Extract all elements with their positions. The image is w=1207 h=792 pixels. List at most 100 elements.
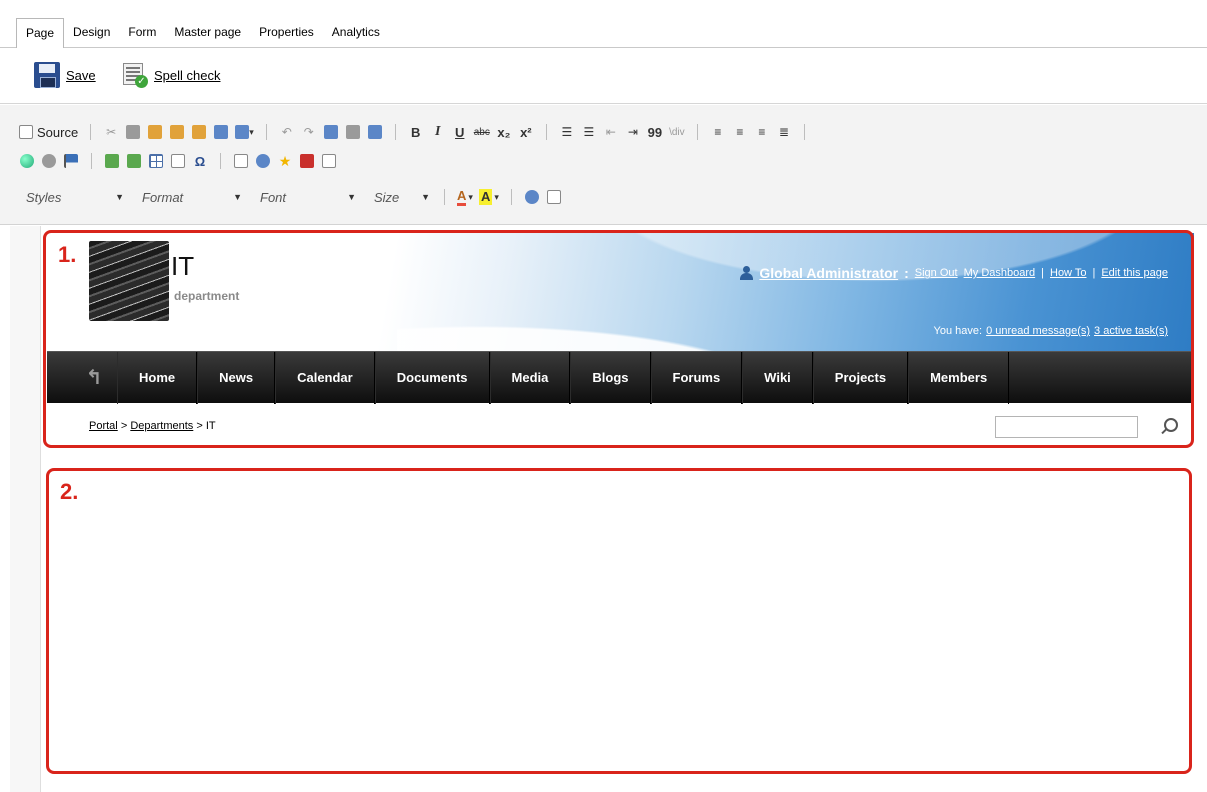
format-dropdown[interactable]: Format ▼ <box>138 186 246 208</box>
link-button[interactable] <box>16 150 38 172</box>
insert-quicktime-button[interactable] <box>318 150 340 172</box>
action-bar: Save ✓ Spell check <box>0 48 1207 104</box>
undo-button[interactable]: ↶ <box>276 121 298 143</box>
tab-page[interactable]: Page <box>16 18 65 49</box>
unlink-button[interactable] <box>38 150 60 172</box>
tab-master-page[interactable]: Master page <box>165 18 250 48</box>
font-label: Font <box>260 189 287 205</box>
spell-check-label: Spell check <box>154 67 221 83</box>
undo-icon: ↶ <box>281 125 292 139</box>
justify-icon: ≣ <box>778 125 789 139</box>
tab-list: Page Design Form Master page Properties … <box>16 14 389 49</box>
youtube-icon <box>300 154 314 168</box>
replace-button[interactable] <box>342 121 364 143</box>
align-right-button[interactable]: ≡ <box>751 121 773 143</box>
align-center-button[interactable]: ≡ <box>729 121 751 143</box>
font-dropdown[interactable]: Font ▼ <box>256 186 360 208</box>
tab-form[interactable]: Form <box>119 18 165 48</box>
save-icon <box>34 62 60 88</box>
chevron-down-icon: ▾ <box>494 191 499 202</box>
chevron-down-icon: ▼ <box>115 192 124 202</box>
align-right-icon: ≡ <box>758 125 766 139</box>
create-div-button[interactable]: \div <box>666 121 688 143</box>
spellcheck-inline-button[interactable] <box>210 121 232 143</box>
redo-icon: ↷ <box>303 125 314 139</box>
region-label-1: 1. <box>58 242 77 267</box>
media-player-icon <box>322 154 336 168</box>
spellcheck-as-you-type-button[interactable]: ▾ <box>232 121 257 143</box>
superscript-button[interactable]: x² <box>515 121 537 143</box>
tab-properties[interactable]: Properties <box>250 18 323 48</box>
spellcheck-icon <box>214 125 229 139</box>
spell-check-button[interactable]: ✓ Spell check <box>122 62 220 88</box>
paste-button[interactable] <box>144 121 166 143</box>
chevron-down-icon: ▼ <box>421 192 430 202</box>
insert-youtube-button[interactable] <box>296 150 318 172</box>
paste-word-button[interactable] <box>188 121 210 143</box>
background-color-icon: A <box>479 189 493 205</box>
special-char-button[interactable]: Ω <box>189 150 211 172</box>
toolbar-separator <box>510 189 512 205</box>
cut-button[interactable]: ✂ <box>100 121 122 143</box>
maximize-button[interactable] <box>521 186 543 208</box>
tab-design[interactable]: Design <box>64 18 119 48</box>
background-color-button[interactable]: A ▾ <box>476 186 502 208</box>
toolbar-separator <box>265 124 267 140</box>
binoculars-icon <box>323 125 338 139</box>
anchor-button[interactable] <box>60 150 82 172</box>
styles-dropdown[interactable]: Styles ▼ <box>22 186 128 208</box>
blockquote-button[interactable]: 99 <box>644 121 666 143</box>
insert-image-button[interactable] <box>101 150 123 172</box>
styles-label: Styles <box>26 189 62 205</box>
find-button[interactable] <box>320 121 342 143</box>
cut-icon: ✂ <box>106 125 117 139</box>
insert-table-button[interactable] <box>145 150 167 172</box>
text-color-icon: A <box>457 188 467 206</box>
source-button[interactable]: Source <box>16 121 81 143</box>
maximize-icon <box>524 190 539 204</box>
insert-poll-button[interactable] <box>252 150 274 172</box>
align-left-icon: ≡ <box>714 125 722 139</box>
size-dropdown[interactable]: Size ▼ <box>370 186 434 208</box>
redo-button[interactable]: ↷ <box>298 121 320 143</box>
toolbar-separator <box>803 124 805 140</box>
copy-button[interactable] <box>122 121 144 143</box>
bold-button[interactable]: B <box>405 121 427 143</box>
toolbar-separator <box>220 153 221 169</box>
numbered-list-button[interactable]: ☰ <box>556 121 578 143</box>
indent-icon: ⇥ <box>627 125 638 139</box>
horizontal-rule-button[interactable] <box>167 150 189 172</box>
format-label: Format <box>142 189 184 205</box>
toolbar-row-2: Ω ★ <box>16 149 340 173</box>
outdent-button[interactable]: ⇤ <box>600 121 622 143</box>
outdent-icon: ⇤ <box>605 125 616 139</box>
justify-button[interactable]: ≣ <box>773 121 795 143</box>
toolbar-separator <box>90 124 92 140</box>
align-left-button[interactable]: ≡ <box>707 121 729 143</box>
indent-button[interactable]: ⇥ <box>622 121 644 143</box>
text-color-button[interactable]: A ▾ <box>454 186 476 208</box>
editor-tabstrip: Page Design Form Master page Properties … <box>0 0 1207 49</box>
chevron-down-icon: ▾ <box>468 191 473 202</box>
insert-rating-button[interactable]: ★ <box>274 150 296 172</box>
spell-check-icon: ✓ <box>122 62 148 88</box>
insert-media-button[interactable] <box>123 150 145 172</box>
save-button[interactable]: Save <box>34 62 96 88</box>
star-icon: ★ <box>278 152 292 169</box>
strikethrough-button[interactable]: abc <box>471 121 493 143</box>
horizontal-rule-icon <box>171 154 185 168</box>
remove-format-button[interactable] <box>364 121 386 143</box>
italic-button[interactable]: I <box>427 121 449 143</box>
table-icon <box>149 154 163 168</box>
bulleted-list-button[interactable]: ☰ <box>578 121 600 143</box>
tab-analytics[interactable]: Analytics <box>323 18 389 48</box>
subscript-button[interactable]: x₂ <box>493 121 515 143</box>
paste-text-icon <box>170 125 185 139</box>
insert-widget-button[interactable] <box>230 150 252 172</box>
toolbar-separator <box>394 124 396 140</box>
media-icon <box>127 154 141 168</box>
paste-text-button[interactable] <box>166 121 188 143</box>
show-blocks-button[interactable] <box>543 186 565 208</box>
toolbar-separator <box>91 153 92 169</box>
underline-button[interactable]: U <box>449 121 471 143</box>
